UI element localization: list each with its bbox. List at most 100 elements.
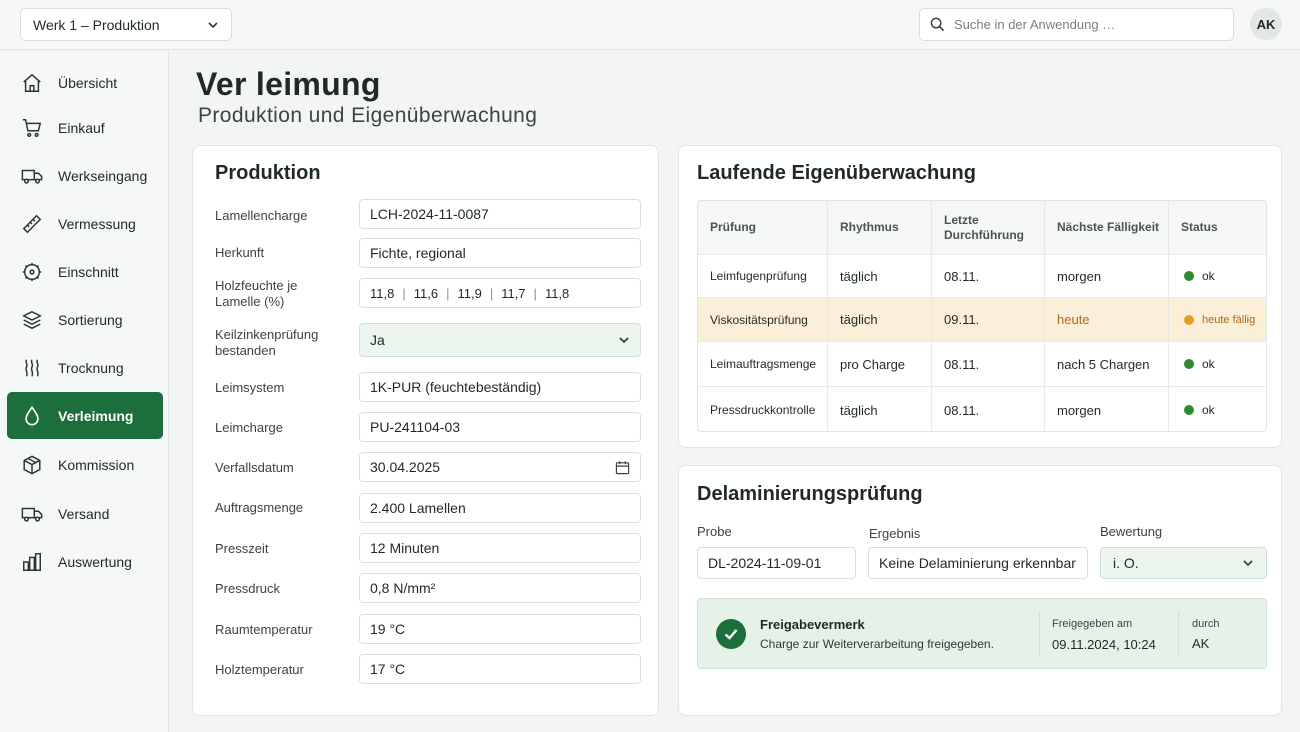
column-header: Rhythmus xyxy=(828,201,932,254)
holzfeuchte-label: Holzfeuchte je Lamelle (%) xyxy=(215,278,298,309)
saw-blade-icon xyxy=(22,262,42,281)
user-initials: AK xyxy=(1256,16,1276,32)
presszeit-field[interactable]: 12 Minuten xyxy=(359,533,641,563)
sidebar-item-label: Einkauf xyxy=(58,119,105,136)
plant-select[interactable]: Werk 1 – Produktion xyxy=(20,8,232,41)
table-row[interactable]: Leimauftragsmenge pro Charge 08.11. nach… xyxy=(698,342,1266,387)
sidebar-item-sortierung[interactable]: Sortierung xyxy=(7,296,163,343)
keilzinken-select[interactable]: Ja xyxy=(359,323,641,357)
status-badge: heute fällig xyxy=(1202,313,1256,326)
leimcharge-field[interactable]: PU-241104-03 xyxy=(359,412,641,442)
delamination-title: Delaminierungsprüfung xyxy=(697,483,923,505)
last-cell: 08.11. xyxy=(932,342,1045,386)
sidebar-item-uebersicht[interactable]: Übersicht xyxy=(7,59,163,106)
sidebar-item-einschnitt[interactable]: Einschnitt xyxy=(7,248,163,295)
status-cell: ok xyxy=(1169,255,1266,297)
sidebar-item-label: Versand xyxy=(58,505,110,522)
search-input[interactable] xyxy=(954,17,1214,32)
probe-field[interactable]: DL-2024-11-09-01 xyxy=(697,547,856,579)
truck-icon xyxy=(21,507,43,522)
value-separator: | xyxy=(402,285,406,301)
plant-select-value: Werk 1 – Produktion xyxy=(33,16,160,33)
next-cell: morgen xyxy=(1045,255,1169,297)
divider xyxy=(1178,611,1179,657)
status-dot-ok xyxy=(1184,359,1194,369)
page-title: Ver leimung xyxy=(196,66,381,102)
package-icon xyxy=(23,454,41,475)
rhythm-cell: täglich xyxy=(828,298,932,341)
holztemperatur-field[interactable]: 17 °C xyxy=(359,654,641,684)
herkunft-label: Herkunft xyxy=(215,245,265,260)
cart-icon xyxy=(22,118,42,137)
raumtemperatur-field[interactable]: 19 °C xyxy=(359,614,641,644)
sidebar-item-versand[interactable]: Versand xyxy=(7,490,163,537)
leimsystem-field[interactable]: 1K-PUR (feuchtebeständig) xyxy=(359,372,641,402)
released-at-value: 09.11.2024, 10:24 xyxy=(1052,637,1156,652)
top-bar: Werk 1 – Produktion AK xyxy=(0,0,1300,50)
status-dot-ok xyxy=(1184,405,1194,415)
released-by-label: durch xyxy=(1192,618,1220,630)
rhythm-cell: täglich xyxy=(828,387,932,431)
monitoring-card: Laufende Eigenüberwachung Prüfung Rhythm… xyxy=(678,145,1282,448)
table-row[interactable]: Pressdruckkontrolle täglich 08.11. morge… xyxy=(698,387,1266,431)
production-title: Produktion xyxy=(215,162,321,184)
presszeit-label: Presszeit xyxy=(215,541,269,556)
pressdruck-label: Pressdruck xyxy=(215,581,281,596)
holzfeuchte-value-4: 11,7 xyxy=(501,285,526,301)
bewertung-select[interactable]: i. O. xyxy=(1100,547,1267,579)
ergebnis-value: Keine Delaminierung erkennbar xyxy=(879,555,1076,571)
column-header: Prüfung xyxy=(698,201,828,254)
delamination-card: Delaminierungsprüfung Probe DL-2024-11-0… xyxy=(678,465,1282,716)
layers-icon xyxy=(22,310,42,329)
divider xyxy=(1039,611,1040,657)
check-cell: Leimauftragsmenge xyxy=(698,342,828,386)
sidebar-item-auswertung[interactable]: Auswertung xyxy=(7,538,163,585)
holzfeuchte-value-5: 11,8 xyxy=(544,285,570,301)
verfallsdatum-field[interactable]: 30.04.2025 xyxy=(359,452,641,482)
production-card: Produktion Lamellencharge LCH-2024-11-00… xyxy=(192,145,659,716)
monitoring-title: Laufende Eigenüberwachung xyxy=(697,162,976,184)
status-badge: ok xyxy=(1202,269,1215,283)
table-row[interactable]: Leimfugenprüfung täglich 08.11. morgen o… xyxy=(698,255,1266,298)
sidebar-item-label: Werkseingang xyxy=(58,167,148,184)
sidebar-item-trocknung[interactable]: Trocknung xyxy=(7,344,163,391)
monitoring-table: Prüfung Rhythmus Letzte Durchführung Näc… xyxy=(697,200,1267,432)
sidebar-item-verleimung[interactable]: Verleimung xyxy=(7,392,163,439)
release-note: Freigabevermerk Charge zur Weiterverarbe… xyxy=(697,598,1267,669)
lamellencharge-field[interactable]: LCH-2024-11-0087 xyxy=(359,199,641,229)
glue-drop-icon xyxy=(25,405,39,426)
keilzinken-value: Ja xyxy=(370,332,385,348)
search-icon xyxy=(930,17,945,32)
check-cell: Leimfugenprüfung xyxy=(698,255,828,297)
sidebar-item-kommission[interactable]: Kommission xyxy=(7,441,163,488)
last-cell: 08.11. xyxy=(932,255,1045,297)
value-separator: | xyxy=(446,285,450,301)
sidebar-item-label: Sortierung xyxy=(58,311,123,328)
pressdruck-value: 0,8 N/mm² xyxy=(370,580,436,596)
leimsystem-label: Leimsystem xyxy=(215,380,285,395)
release-text: Charge zur Weiterverarbeitung freigegebe… xyxy=(760,637,994,651)
sidebar-item-einkauf[interactable]: Einkauf xyxy=(7,104,163,151)
search-box[interactable] xyxy=(919,8,1234,41)
calendar-icon[interactable] xyxy=(615,460,630,475)
status-dot-warning xyxy=(1184,314,1194,325)
raumtemperatur-label: Raumtemperatur xyxy=(215,622,313,637)
pressdruck-field[interactable]: 0,8 N/mm² xyxy=(359,573,641,603)
auftragsmenge-field[interactable]: 2.400 Lamellen xyxy=(359,493,641,523)
heat-waves-icon xyxy=(25,358,39,377)
page-subtitle: Produktion und Eigenüberwachung xyxy=(198,104,538,127)
ergebnis-field[interactable]: Keine Delaminierung erkennbar xyxy=(868,547,1088,579)
table-row[interactable]: Viskositätsprüfung täglich 09.11. heute … xyxy=(698,298,1266,342)
chevron-down-icon xyxy=(619,337,629,344)
table-header-row: Prüfung Rhythmus Letzte Durchführung Näc… xyxy=(698,201,1266,255)
sidebar: Übersicht Einkauf Werkseingang Vermessun… xyxy=(0,51,169,732)
user-avatar[interactable]: AK xyxy=(1250,8,1282,40)
holztemperatur-value: 17 °C xyxy=(370,661,406,677)
holzfeuchte-field[interactable]: 11,8 | 11,6 | 11,9 | 11,7 | 11,8 xyxy=(359,278,641,308)
leimsystem-value: 1K-PUR (feuchtebeständig) xyxy=(370,379,542,395)
rhythm-cell: täglich xyxy=(828,255,932,297)
sidebar-item-werkseingang[interactable]: Werkseingang xyxy=(7,152,163,199)
sidebar-item-vermessung[interactable]: Vermessung xyxy=(7,200,163,247)
last-cell: 08.11. xyxy=(932,387,1045,431)
herkunft-field[interactable]: Fichte, regional xyxy=(359,238,641,268)
